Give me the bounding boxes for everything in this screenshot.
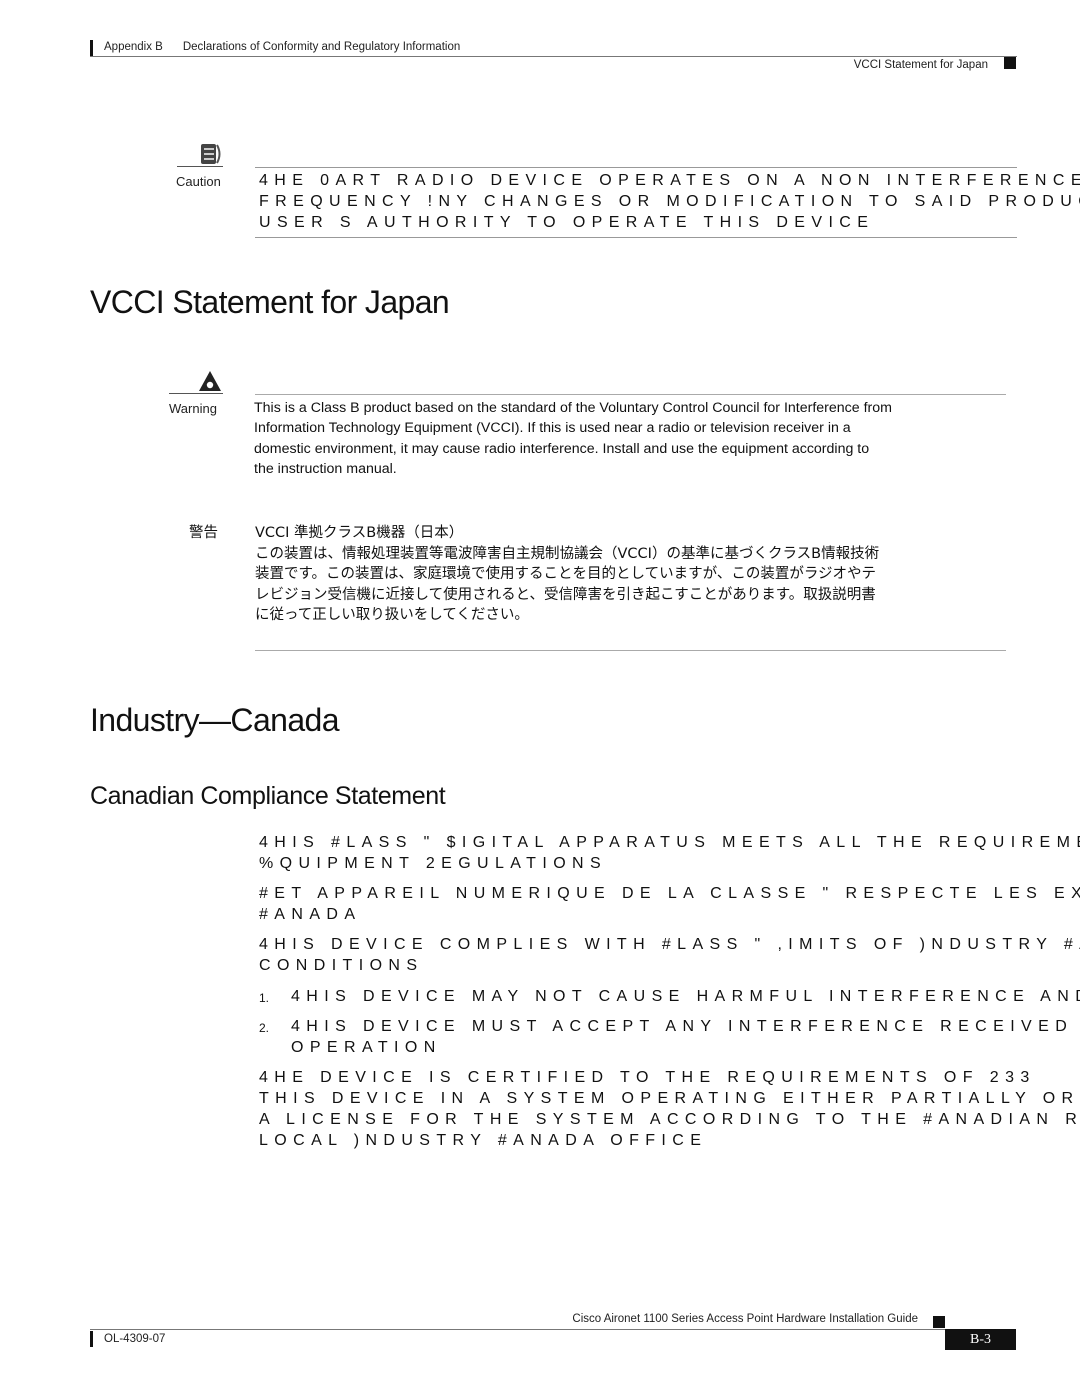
warning-triangle-icon: [198, 370, 222, 392]
paragraph-line: 4HE DEVICE IS CERTIFIED TO THE REQUIREME…: [259, 1069, 1036, 1086]
paragraph-line: #ET APPAREIL NUMERIQUE DE LA CLASSE " RE…: [259, 885, 1080, 902]
industry-canada-heading: Industry—Canada: [90, 702, 340, 738]
japanese-warning-text: VCCI 準拠クラスB機器（日本） この装置は、情報処理装置等電波障害自主規制協…: [255, 523, 879, 626]
page-number-badge: B-3: [945, 1329, 1016, 1350]
japanese-line: この装置は、情報処理装置等電波障害自主規制協議会（VCCI）の基準に基づくクラス…: [255, 545, 880, 562]
warning-line: Information Technology Equipment (VCCI).…: [254, 420, 851, 437]
japanese-line: レビジョン受信機に近接して使用されると、受信障害を引き起こすことがあります。取扱…: [255, 586, 876, 603]
warning-text: This is a Class B product based on the s…: [254, 398, 1034, 479]
warning-bottom-rule: [255, 650, 1006, 651]
list-number: 1.: [259, 991, 270, 1005]
chapter-title: Declarations of Conformity and Regulator…: [182, 41, 461, 53]
header-bar-marker: [90, 40, 93, 56]
japanese-line: 装置です。この装置は、家庭環境で使用することを目的としていますが、この装置がラジ…: [255, 566, 877, 582]
list-item: 4HIS DEVICE MUST ACCEPT ANY INTERFERENCE…: [291, 1016, 1080, 1058]
caution-label: Caution: [176, 174, 221, 189]
list-item-line: OPERATION: [291, 1039, 442, 1056]
footer-doc-number: OL-4309-07: [104, 1333, 166, 1345]
header-rule: [90, 56, 1017, 57]
japanese-warning-label: 警告: [189, 525, 218, 541]
caution-line: USER S AUTHORITY TO OPERATE THIS DEVICE: [259, 214, 875, 231]
warning-line: domestic environment, it may cause radio…: [254, 440, 870, 457]
japanese-line: VCCI 準拠クラスB機器（日本）: [255, 525, 464, 541]
running-header-section: VCCI Statement for Japan: [853, 59, 988, 71]
warning-line: This is a Class B product based on the s…: [254, 400, 892, 416]
footer-rule: [90, 1329, 945, 1330]
paragraph-line: A LICENSE FOR THE SYSTEM ACCORDING TO TH…: [259, 1111, 1080, 1128]
warning-label: Warning: [169, 401, 217, 416]
paragraph-line: 4HIS #LASS " $IGITAL APPARATUS MEETS ALL…: [259, 834, 1080, 851]
caution-icon-rule: [177, 166, 223, 167]
appendix-label: Appendix B: [104, 41, 163, 53]
canada-paragraph-1: 4HIS #LASS " $IGITAL APPARATUS MEETS ALL…: [259, 832, 1080, 874]
warning-line: the instruction manual.: [254, 460, 397, 477]
footer-bar-marker: [90, 1331, 93, 1347]
canada-paragraph-3: 4HIS DEVICE COMPLIES WITH #LASS " ,IMITS…: [259, 934, 1080, 976]
running-header-left: Appendix B Declarations of Conformity and…: [104, 41, 460, 53]
paragraph-line: #ANADA: [259, 906, 362, 923]
header-square-marker: [1004, 57, 1016, 69]
caution-text: 4HE 0ART RADIO DEVICE OPERATES ON A NON …: [259, 170, 1080, 233]
paragraph-line: %QUIPMENT 2EGULATIONS: [259, 855, 608, 872]
canada-paragraph-2: #ET APPAREIL NUMERIQUE DE LA CLASSE " RE…: [259, 883, 1080, 925]
footer-guide-title: Cisco Aironet 1100 Series Access Point H…: [572, 1313, 918, 1325]
caution-hand-icon: [199, 143, 223, 165]
paragraph-line: 4HIS DEVICE COMPLIES WITH #LASS " ,IMITS…: [259, 936, 1080, 953]
warning-icon-rule: [169, 393, 223, 394]
list-item-line: 4HIS DEVICE MUST ACCEPT ANY INTERFERENCE…: [291, 1018, 1074, 1035]
japanese-line: に従って正しい取り扱いをしてください。: [255, 607, 529, 623]
footer-square-marker: [933, 1316, 945, 1328]
list-item-line: 4HIS DEVICE MAY NOT CAUSE HARMFUL INTERF…: [291, 988, 1080, 1005]
warning-top-rule: [255, 394, 1006, 395]
caution-bottom-rule: [255, 237, 1017, 238]
caution-top-rule: [255, 167, 1017, 168]
paragraph-line: CONDITIONS: [259, 957, 424, 974]
list-number: 2.: [259, 1021, 270, 1035]
vcci-heading: VCCI Statement for Japan: [90, 284, 450, 320]
canada-certification-paragraph: 4HE DEVICE IS CERTIFIED TO THE REQUIREME…: [259, 1067, 1080, 1151]
caution-line: 4HE 0ART RADIO DEVICE OPERATES ON A NON …: [259, 172, 1080, 189]
paragraph-line: THIS DEVICE IN A SYSTEM OPERATING EITHER…: [259, 1090, 1080, 1107]
canadian-compliance-subheading: Canadian Compliance Statement: [90, 782, 446, 810]
caution-line: FREQUENCY !NY CHANGES OR MODIFICATION TO…: [259, 193, 1080, 210]
paragraph-line: LOCAL )NDUSTRY #ANADA OFFICE: [259, 1132, 708, 1149]
list-item: 4HIS DEVICE MAY NOT CAUSE HARMFUL INTERF…: [291, 986, 1080, 1007]
